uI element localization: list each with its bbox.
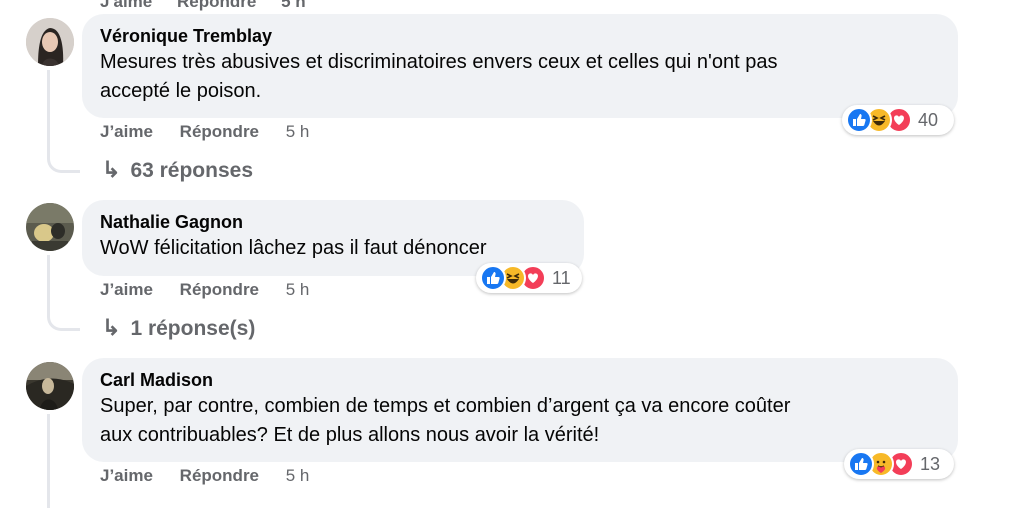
like-icon <box>846 107 872 133</box>
like-icon <box>480 265 506 291</box>
comment-author[interactable]: Véronique Tremblay <box>100 24 940 48</box>
like-link[interactable]: J’aime <box>100 122 153 141</box>
comment-author[interactable]: Carl Madison <box>100 368 940 392</box>
like-link[interactable]: J'aime <box>100 0 152 11</box>
view-replies-button[interactable]: ↳ 1 réponse(s) <box>102 315 255 341</box>
reply-link[interactable]: Répondre <box>180 466 259 485</box>
thread-line <box>47 414 50 508</box>
avatar[interactable] <box>26 18 74 66</box>
comment-text: Mesures très abusives et discriminatoire… <box>100 51 778 73</box>
avatar[interactable] <box>26 203 74 251</box>
comment-author[interactable]: Nathalie Gagnon <box>100 210 566 234</box>
thread-elbow <box>47 140 80 173</box>
timestamp[interactable]: 5 h <box>286 280 310 299</box>
timestamp[interactable]: 5 h <box>286 122 310 141</box>
reply-link[interactable]: Répondre <box>180 122 259 141</box>
comment-actions: J’aime Répondre 5 h <box>100 280 309 300</box>
timestamp: 5 h <box>281 0 306 11</box>
reaction-summary[interactable]: 40 <box>842 105 954 135</box>
comment-bubble: Véronique Tremblay Mesures très abusives… <box>82 14 958 118</box>
thread-elbow <box>47 300 80 331</box>
replies-label: 1 réponse(s) <box>130 317 256 340</box>
like-icon <box>848 451 874 477</box>
thread-line <box>47 255 50 305</box>
comment-bubble: Carl Madison Super, par contre, combien … <box>82 358 958 462</box>
reply-link[interactable]: Répondre <box>177 0 256 11</box>
reaction-summary[interactable]: 11 <box>476 263 582 293</box>
comment-actions: J’aime Répondre 5 h <box>100 466 309 486</box>
replies-label: 63 réponses <box>130 159 254 182</box>
reaction-count: 13 <box>920 453 941 474</box>
comment-actions: J’aime Répondre 5 h <box>100 122 309 142</box>
comment-text: accepté le poison. <box>100 80 262 102</box>
thread-line <box>47 70 50 145</box>
like-link[interactable]: J’aime <box>100 280 153 299</box>
comment-text: Super, par contre, combien de temps et c… <box>100 395 791 417</box>
view-replies-button[interactable]: ↳ 63 réponses <box>102 157 253 183</box>
reply-arrow-icon: ↳ <box>102 315 121 340</box>
reply-link[interactable]: Répondre <box>180 280 259 299</box>
reaction-summary[interactable]: 13 <box>844 449 954 479</box>
avatar[interactable] <box>26 362 74 410</box>
reaction-count: 40 <box>918 109 939 130</box>
like-link[interactable]: J’aime <box>100 466 153 485</box>
reply-arrow-icon: ↳ <box>102 157 121 182</box>
previous-comment-actions: J'aime Répondre 5 h <box>100 0 326 12</box>
comment-text: WoW félicitation lâchez pas il faut déno… <box>100 237 487 259</box>
reaction-count: 11 <box>552 267 571 288</box>
timestamp[interactable]: 5 h <box>286 466 310 485</box>
comment-text: aux contribuables? Et de plus allons nou… <box>100 424 600 446</box>
